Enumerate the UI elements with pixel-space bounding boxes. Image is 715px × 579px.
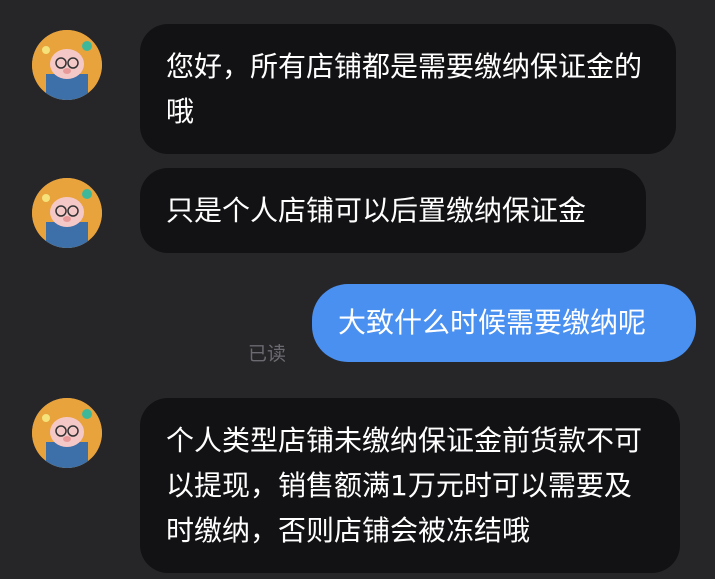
message-bubble-incoming[interactable]: 您好，所有店铺都是需要缴纳保证金的哦 xyxy=(140,24,676,154)
message-bubble-incoming[interactable]: 个人类型店铺未缴纳保证金前货款不可以提现，销售额满1万元时可以需要及时缴纳，否则… xyxy=(140,398,680,573)
message-text: 只是个人店铺可以后置缴纳保证金 xyxy=(166,194,587,227)
cartoon-pig-avatar-icon xyxy=(32,178,102,248)
message-text: 您好，所有店铺都是需要缴纳保证金的哦 xyxy=(166,50,643,128)
message-text: 个人类型店铺未缴纳保证金前货款不可以提现，销售额满1万元时可以需要及时缴纳，否则… xyxy=(166,424,643,547)
message-text: 大致什么时候需要缴纳呢 xyxy=(338,306,647,339)
read-status: 已读 xyxy=(248,343,287,365)
avatar[interactable] xyxy=(32,178,102,248)
avatar[interactable] xyxy=(32,398,102,468)
message-bubble-incoming[interactable]: 只是个人店铺可以后置缴纳保证金 xyxy=(140,168,646,253)
avatar[interactable] xyxy=(32,30,102,100)
cartoon-pig-avatar-icon xyxy=(32,30,102,100)
cartoon-pig-avatar-icon xyxy=(32,398,102,468)
message-bubble-outgoing[interactable]: 大致什么时候需要缴纳呢 xyxy=(312,284,696,362)
